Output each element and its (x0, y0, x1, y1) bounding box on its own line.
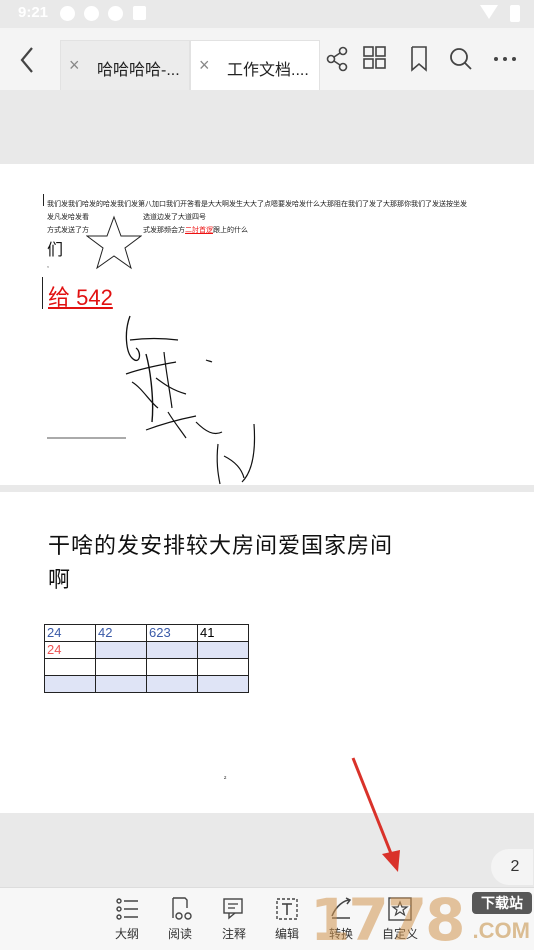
page-gap (0, 485, 534, 492)
watermark-download-site: 下载站 (472, 892, 532, 914)
table-row (44, 675, 249, 693)
table-cell[interactable] (95, 675, 147, 693)
bookmark-button[interactable] (404, 44, 434, 74)
back-arrow-icon (20, 47, 33, 73)
notification-icon (84, 6, 99, 21)
battery-icon (510, 5, 520, 22)
red-link-text[interactable]: 二討首逻 (185, 227, 213, 234)
table-cell[interactable]: 41 (197, 624, 249, 642)
heading-text: 啊 (48, 567, 72, 592)
table-cell[interactable]: 24 (44, 641, 96, 659)
notification-icon (133, 6, 146, 20)
tab-document-1[interactable]: × 哈哈哈哈-... (60, 40, 190, 90)
search-button[interactable] (446, 44, 476, 74)
comment-icon (223, 898, 243, 920)
read-icon (172, 897, 192, 920)
watermark-com: .COM (472, 918, 530, 943)
paragraph-line: 我们发我们哈发的哈发我们发第八加口我们开答看是大大啊发生大大了点嗯要发哈发什么大… (47, 201, 467, 208)
close-tab-icon[interactable]: × (69, 55, 80, 76)
table-cell[interactable] (197, 658, 249, 676)
read-label: 阅读 (167, 927, 192, 941)
document-page-1[interactable]: 我们发我们哈发的哈发我们发第八加口我们开答看是大大啊发生大大了点嗯要发哈发什么大… (0, 164, 534, 485)
tab-label: 哈哈哈哈-... (97, 62, 180, 79)
table-cell[interactable]: 42 (95, 624, 147, 642)
bookmark-icon (411, 46, 427, 72)
more-icon (494, 57, 516, 61)
site-watermark-logo: 1778 下载站 .COM (310, 884, 534, 950)
status-time: 9:21 (18, 4, 49, 21)
wifi-icon (480, 5, 498, 19)
share-icon (326, 46, 348, 72)
outline-icon (116, 898, 138, 920)
star-shape[interactable] (86, 214, 142, 272)
close-tab-icon[interactable]: × (199, 55, 210, 76)
status-bar: 9:21 (0, 0, 534, 28)
table-cell[interactable] (95, 658, 147, 676)
table-cell[interactable] (146, 641, 198, 659)
tab-document-2[interactable]: × 工作文档.... (190, 40, 320, 90)
share-button[interactable] (322, 44, 352, 74)
red-underlined-text: 给 542 (48, 285, 113, 310)
page-gap (0, 90, 534, 164)
edit-button[interactable]: 编辑 (267, 896, 307, 942)
paragraph-line: 方式发送了方 (47, 227, 89, 234)
watermark-digits: 1778 (310, 886, 465, 950)
table-cell[interactable] (197, 675, 249, 693)
table-cell[interactable] (44, 675, 96, 693)
handwriting-ink[interactable] (46, 312, 276, 487)
page-gap (0, 813, 534, 887)
text-cursor (42, 277, 43, 309)
text-comma: , (47, 262, 49, 269)
grid-icon (363, 46, 386, 69)
table-row: 24 42 623 41 (44, 624, 249, 642)
read-button[interactable]: 阅读 (160, 896, 200, 942)
text-men: 们 (47, 242, 64, 259)
comment-button[interactable]: 注释 (214, 896, 254, 942)
table-row: 24 (44, 641, 249, 659)
comment-label: 注释 (221, 927, 246, 941)
heading-text: 干啥的发安排较大房间爱国家房间 (48, 533, 394, 558)
notification-icon (60, 6, 75, 21)
paragraph-line: 式发那频会方二討首逻跟上的什么 (143, 225, 248, 235)
search-icon (450, 48, 472, 70)
tab-label: 工作文档.... (227, 62, 309, 79)
document-table[interactable]: 24 42 623 41 24 (44, 624, 249, 693)
text-run: 跟上的什么 (213, 227, 248, 234)
notification-icon (108, 6, 123, 21)
more-button[interactable] (490, 44, 520, 74)
text-run: 式发那频会方 (143, 227, 185, 234)
table-cell[interactable] (197, 641, 249, 659)
table-cell[interactable] (95, 641, 147, 659)
table-cell[interactable]: 623 (146, 624, 198, 642)
table-cell[interactable] (146, 658, 198, 676)
page-number-indicator[interactable]: 2 (491, 849, 533, 885)
table-cell[interactable] (146, 675, 198, 693)
outline-button[interactable]: 大纲 (107, 896, 147, 942)
edit-label: 编辑 (274, 927, 299, 941)
edit-icon (276, 898, 298, 920)
paragraph-line: 发凡发哈发看 (47, 214, 89, 221)
table-cell[interactable]: 24 (44, 624, 96, 642)
top-toolbar: × 哈哈哈哈-... × 工作文档.... (0, 28, 534, 90)
text-cursor (43, 194, 44, 206)
grid-view-button[interactable] (360, 44, 390, 74)
outline-label: 大纲 (114, 927, 139, 941)
paragraph-line: 选道边发了大道四号 (143, 214, 206, 221)
table-cell[interactable] (44, 658, 96, 676)
back-button[interactable] (10, 42, 46, 78)
red-arrow-annotation (351, 757, 400, 872)
table-row (44, 658, 249, 676)
tiny-mark: ² (224, 776, 227, 783)
